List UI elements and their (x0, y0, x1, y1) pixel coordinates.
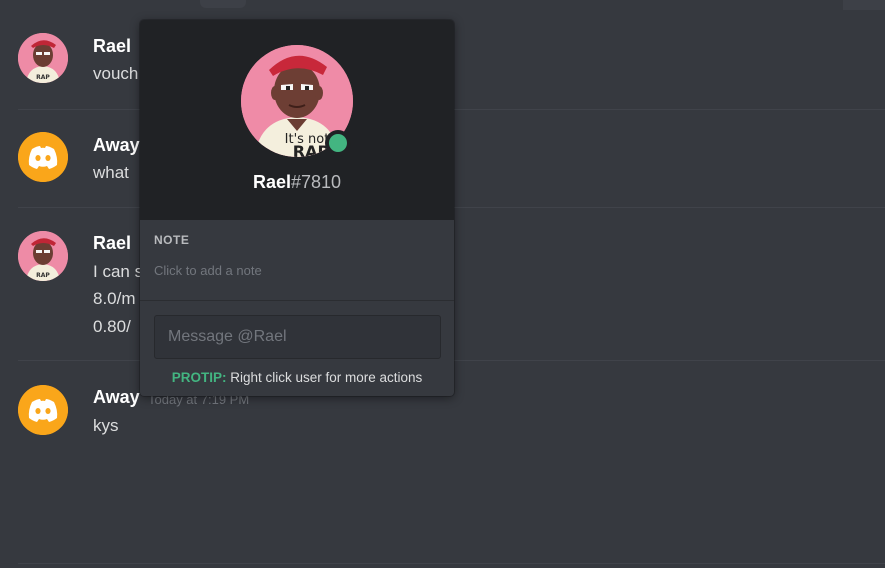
status-indicator (325, 130, 351, 156)
message-text: what (93, 163, 129, 182)
discord-logo-avatar[interactable] (18, 132, 68, 182)
discriminator: #7810 (290, 172, 342, 192)
rael-avatar-image: RAP (18, 231, 68, 281)
message-text: kys (93, 416, 119, 435)
protip-text: Right click user for more actions (230, 370, 423, 385)
rael-avatar[interactable]: RAP (18, 231, 68, 281)
svg-text:RAP: RAP (36, 272, 50, 279)
message-text: vouch (93, 64, 139, 83)
popout-header: It's not RAP Rael#7810 (140, 20, 454, 220)
rael-avatar[interactable]: RAP (18, 33, 68, 83)
note-label: NOTE (154, 233, 190, 247)
protip: PROTIP: Right click user for more action… (140, 370, 454, 385)
user-popout: It's not RAP Rael#7810 NOTE Click to add… (140, 20, 454, 396)
message-text: 8.0/m (93, 289, 136, 308)
online-status-icon (329, 134, 347, 152)
message-text: I can s (93, 262, 144, 281)
popout-divider (140, 300, 454, 301)
rael-avatar-image: RAP (18, 33, 68, 83)
username: Rael (252, 172, 291, 192)
message-author[interactable]: Rael (93, 233, 131, 254)
message-author[interactable]: Away (93, 135, 140, 156)
discord-logo-icon (18, 385, 68, 435)
note-input[interactable]: Click to add a note (154, 263, 262, 278)
message-author[interactable]: Away (93, 387, 140, 408)
discord-logo-avatar[interactable] (18, 385, 68, 435)
message-author[interactable]: Rael (93, 36, 131, 57)
message-user-input[interactable] (154, 315, 441, 359)
discord-logo-icon (18, 132, 68, 182)
message-divider (18, 563, 885, 564)
svg-text:RAP: RAP (293, 142, 330, 157)
popout-username: Rael#7810 (140, 172, 454, 193)
svg-text:RAP: RAP (36, 74, 50, 81)
message-text: 0.80/ (93, 317, 131, 336)
protip-label: PROTIP: (171, 370, 227, 385)
